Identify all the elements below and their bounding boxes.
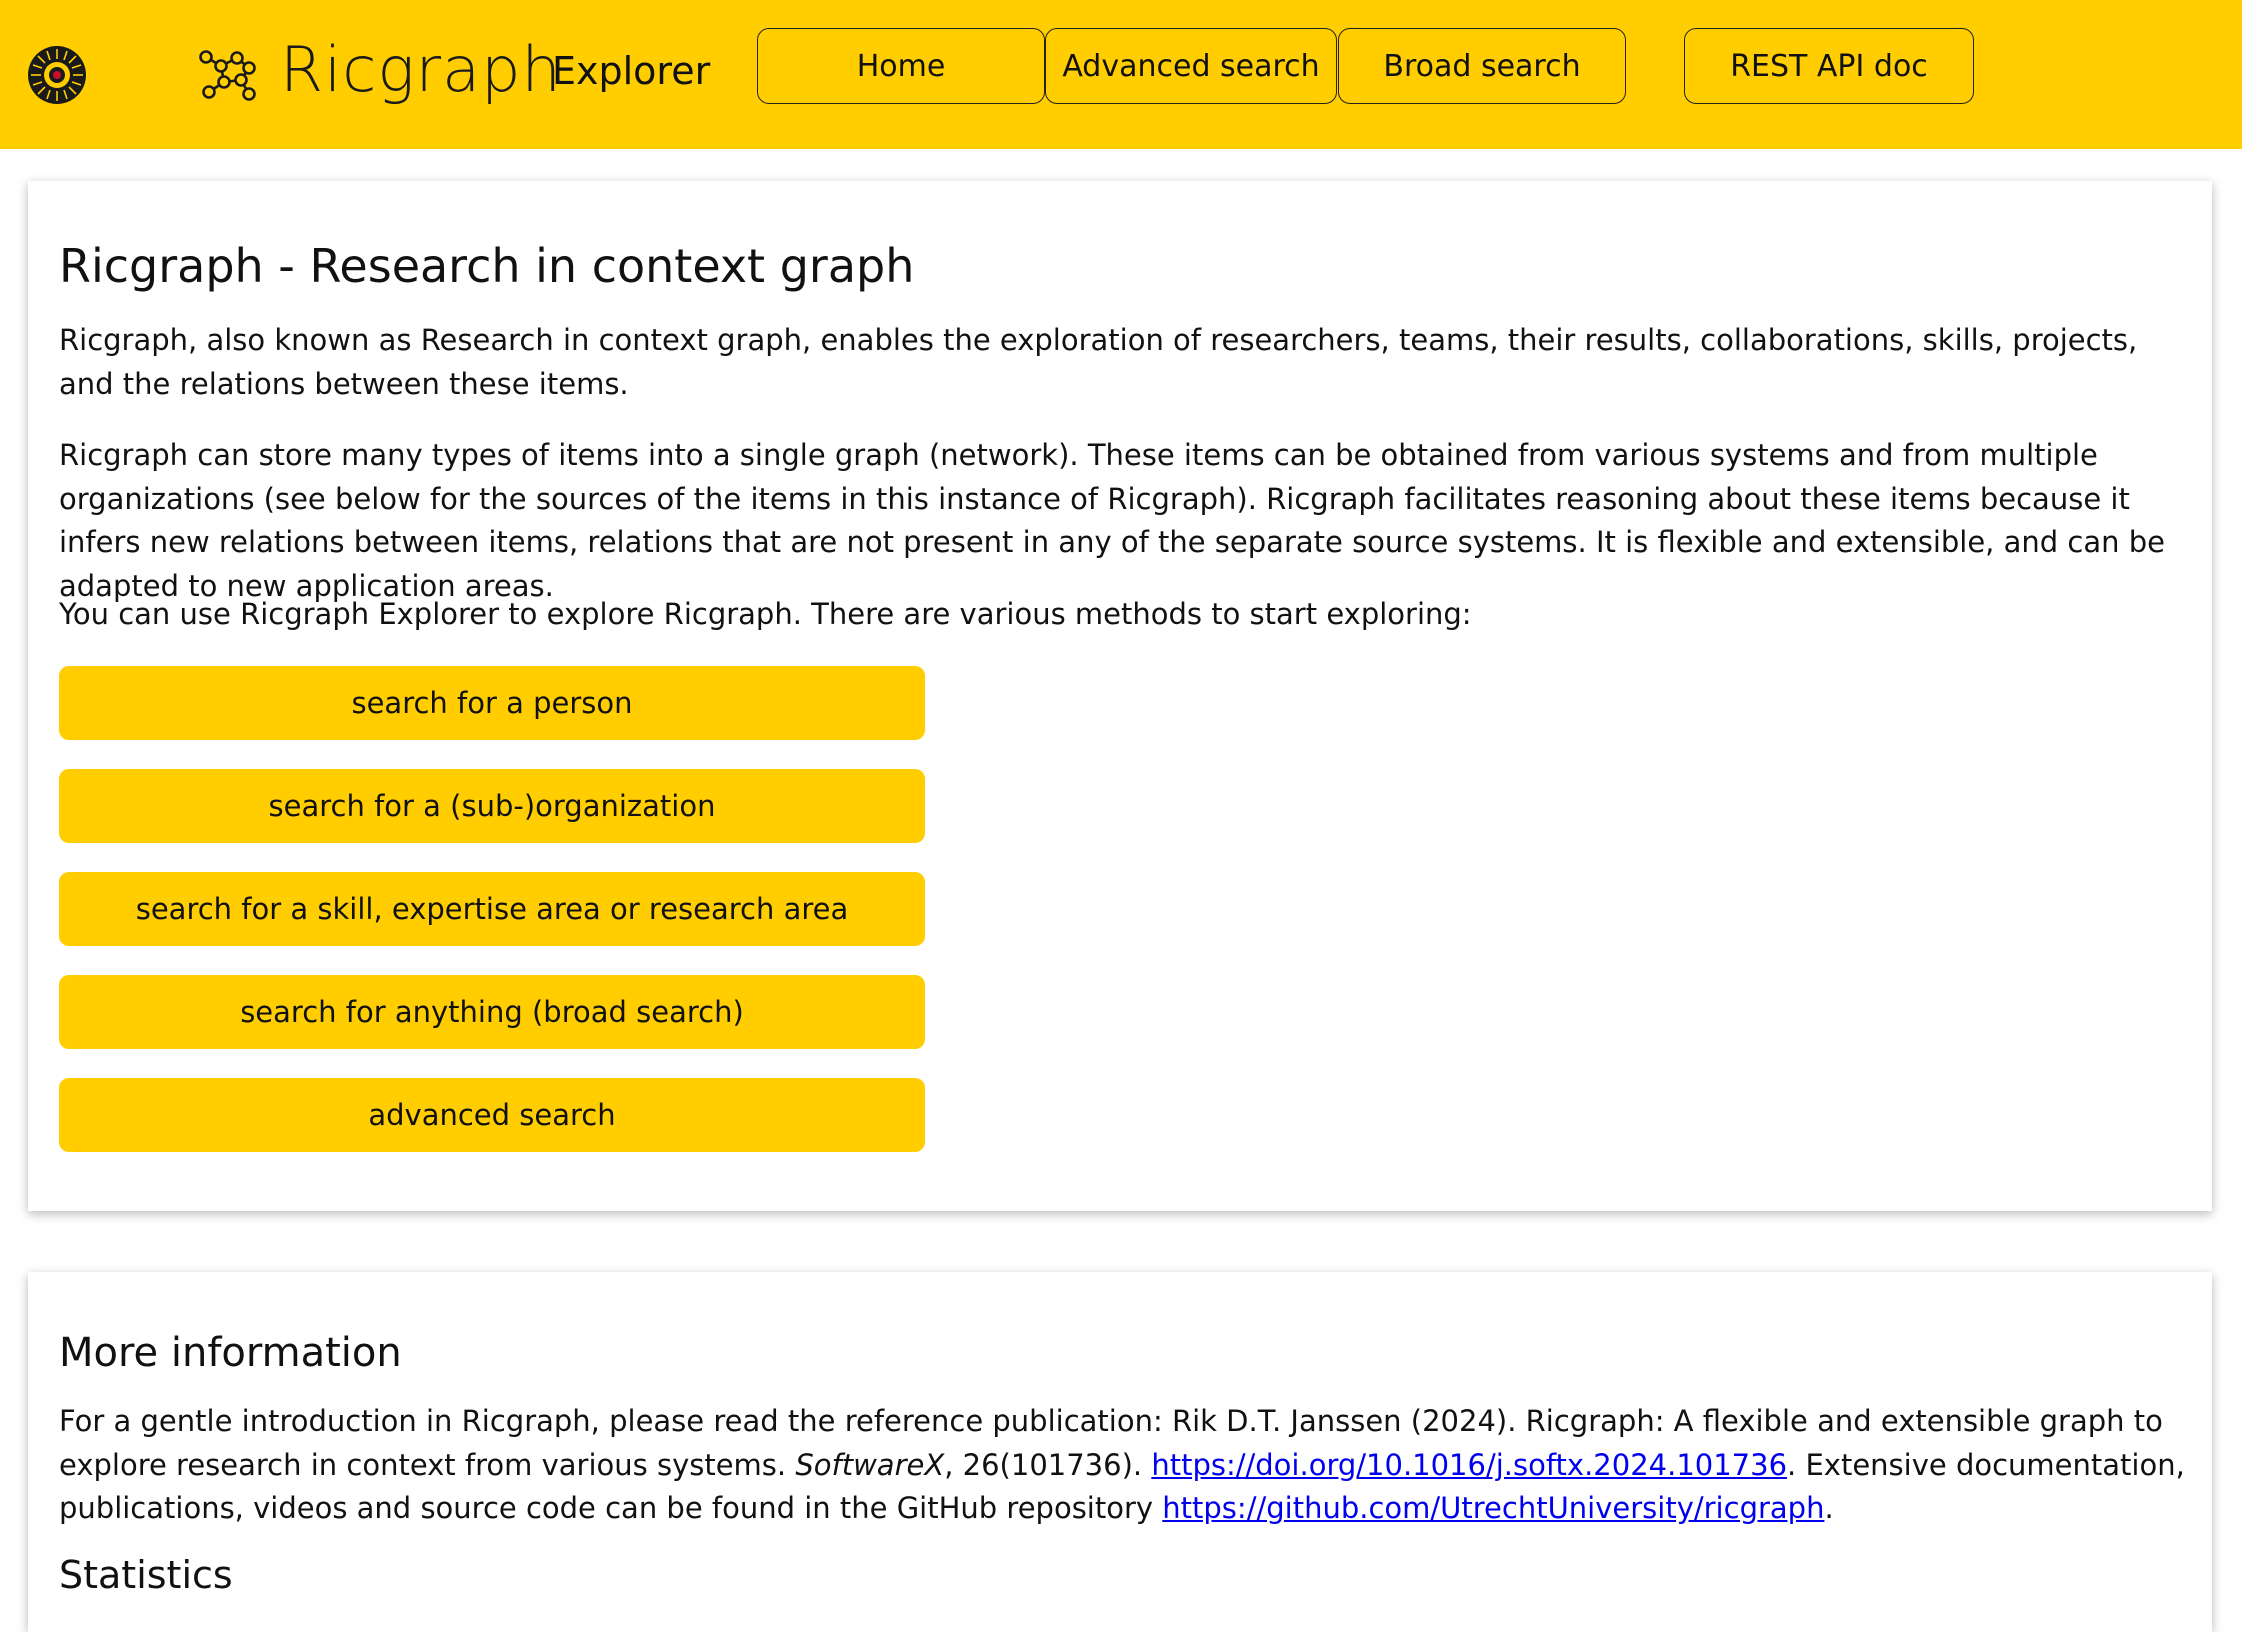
intro-paragraph-1: Ricgraph, also known as Research in cont… — [59, 323, 2138, 401]
nav-broad-search-button[interactable]: Broad search — [1338, 28, 1626, 104]
broad-search-button[interactable]: search for anything (broad search) — [59, 975, 925, 1049]
more-information-heading: More information — [59, 1330, 402, 1376]
search-skill-button[interactable]: search for a skill, expertise area or re… — [59, 872, 925, 946]
university-seal-logo[interactable] — [27, 45, 87, 105]
doi-link[interactable]: https://doi.org/10.1016/j.softx.2024.101… — [1151, 1448, 1787, 1482]
intro-paragraph-2: Ricgraph can store many types of items i… — [59, 438, 2165, 603]
statistics-heading: Statistics — [59, 1553, 233, 1597]
nav-rest-api-doc-button[interactable]: REST API doc — [1684, 28, 1974, 104]
top-navigation-bar: Ricgraph Explorer Home Advanced search B… — [0, 0, 2242, 149]
brand-suffix[interactable]: Explorer — [552, 45, 710, 97]
more-information-paragraph: For a gentle introduction in Ricgraph, p… — [59, 1400, 2199, 1531]
intro-card: Ricgraph - Research in context graph Ric… — [28, 181, 2212, 1211]
nav-home-button[interactable]: Home — [757, 28, 1045, 104]
search-person-button[interactable]: search for a person — [59, 666, 925, 740]
more-information-card: More information For a gentle introducti… — [28, 1272, 2212, 1632]
reference-volume: , 26(101736). — [944, 1447, 1152, 1482]
nav-advanced-search-button[interactable]: Advanced search — [1045, 28, 1337, 104]
page-title: Ricgraph - Research in context graph — [59, 239, 915, 293]
brand-name[interactable]: Ricgraph — [280, 30, 562, 110]
intro-paragraph-3: You can use Ricgraph Explorer to explore… — [59, 597, 1472, 631]
graph-network-icon — [199, 50, 256, 101]
period: . — [1824, 1491, 1834, 1525]
github-link[interactable]: https://github.com/UtrechtUniversity/ric… — [1162, 1491, 1824, 1525]
advanced-search-button[interactable]: advanced search — [59, 1078, 925, 1152]
search-organization-button[interactable]: search for a (sub-)organization — [59, 769, 925, 843]
journal-name: SoftwareX — [795, 1447, 945, 1482]
